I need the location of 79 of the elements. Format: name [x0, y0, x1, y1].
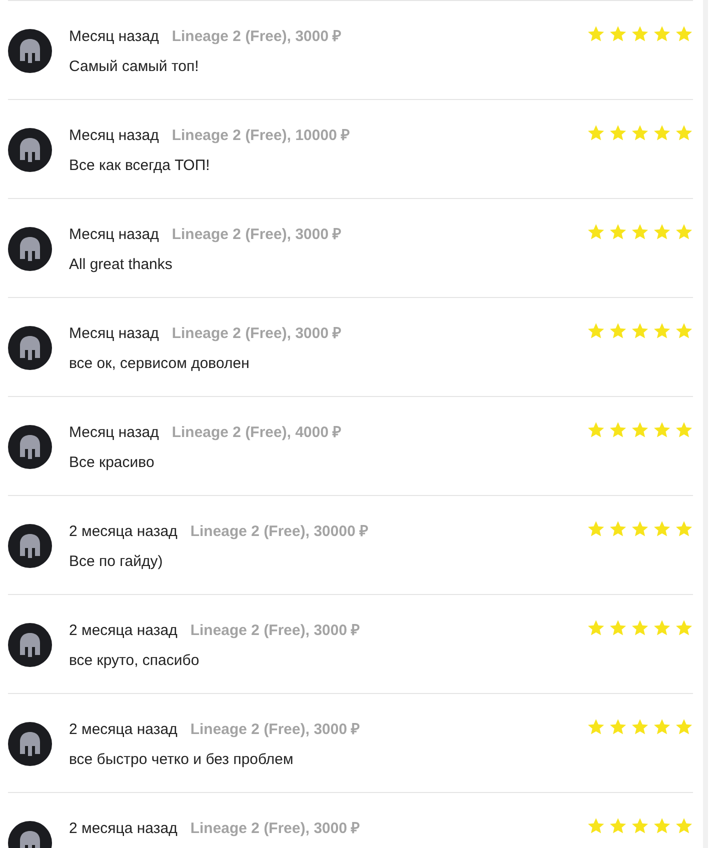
avatar-icon — [8, 425, 52, 469]
star-icon — [653, 322, 671, 340]
star-icon — [631, 520, 649, 538]
star-icon — [675, 718, 693, 736]
star-icon — [675, 124, 693, 142]
star-icon — [653, 421, 671, 439]
star-icon — [675, 619, 693, 637]
product-name: Lineage 2 (Free), 3000 ₽ — [190, 720, 360, 740]
avatar-icon — [8, 227, 52, 271]
star-icon — [609, 223, 627, 241]
review-text: Все по гайду) — [69, 552, 164, 572]
product-name: Lineage 2 (Free), 4000 ₽ — [172, 423, 342, 443]
review-text: все быстро четко и без проблем — [69, 750, 294, 770]
product-name: Lineage 2 (Free), 10000 ₽ — [172, 126, 350, 146]
product-name: Lineage 2 (Free), 30000 ₽ — [190, 522, 369, 542]
star-icon — [631, 421, 649, 439]
star-icon — [587, 421, 605, 439]
star-icon — [653, 718, 671, 736]
product-name: Lineage 2 (Free), 3000 ₽ — [172, 324, 342, 344]
avatar-icon — [8, 524, 52, 568]
star-icon — [609, 421, 627, 439]
review-date: Месяц назад — [69, 126, 159, 146]
star-icon — [609, 520, 627, 538]
star-icon — [587, 817, 605, 835]
product-name: Lineage 2 (Free), 3000 ₽ — [172, 27, 342, 47]
star-icon — [587, 718, 605, 736]
star-icon — [675, 421, 693, 439]
star-icon — [653, 124, 671, 142]
star-icon — [631, 223, 649, 241]
star-icon — [675, 817, 693, 835]
avatar-icon — [8, 722, 52, 766]
star-icon — [587, 124, 605, 142]
star-icon — [609, 619, 627, 637]
review-text: Самый самый топ! — [69, 57, 200, 77]
review-date: Месяц назад — [69, 324, 159, 344]
avatar-icon — [8, 29, 52, 73]
avatar-icon — [8, 326, 52, 370]
star-icon — [653, 619, 671, 637]
product-name: Lineage 2 (Free), 3000 ₽ — [190, 621, 360, 641]
star-icon — [587, 25, 605, 43]
star-icon — [609, 322, 627, 340]
star-icon — [631, 718, 649, 736]
star-icon — [609, 718, 627, 736]
star-icon — [653, 817, 671, 835]
product-name: Lineage 2 (Free), 3000 ₽ — [172, 225, 342, 245]
review-text: все круто, спасибо — [69, 651, 200, 671]
star-icon — [609, 817, 627, 835]
review-date: Месяц назад — [69, 27, 159, 47]
star-icon — [587, 520, 605, 538]
star-icon — [653, 25, 671, 43]
star-icon — [631, 124, 649, 142]
review-date: 2 месяца назад — [69, 720, 178, 740]
review-text: все ок, сервисом доволен — [69, 354, 250, 374]
star-icon — [631, 817, 649, 835]
star-icon — [587, 322, 605, 340]
star-icon — [653, 223, 671, 241]
product-name: Lineage 2 (Free), 3000 ₽ — [190, 819, 360, 839]
star-icon — [609, 25, 627, 43]
avatar-icon — [8, 623, 52, 667]
review-date: Месяц назад — [69, 423, 159, 443]
review-text: All great thanks — [69, 255, 174, 275]
star-icon — [631, 619, 649, 637]
star-icon — [587, 619, 605, 637]
avatar-icon — [8, 128, 52, 172]
star-icon — [653, 520, 671, 538]
review-date: 2 месяца назад — [69, 621, 178, 641]
review-text: Все красиво — [69, 453, 156, 473]
star-icon — [609, 124, 627, 142]
star-icon — [631, 25, 649, 43]
review-date: Месяц назад — [69, 225, 159, 245]
star-icon — [631, 322, 649, 340]
review-text: Все как всегда ТОП! — [69, 156, 211, 176]
star-icon — [587, 223, 605, 241]
star-icon — [675, 25, 693, 43]
star-icon — [675, 322, 693, 340]
star-icon — [675, 520, 693, 538]
star-icon — [675, 223, 693, 241]
review-date: 2 месяца назад — [69, 819, 178, 839]
review-date: 2 месяца назад — [69, 522, 178, 542]
